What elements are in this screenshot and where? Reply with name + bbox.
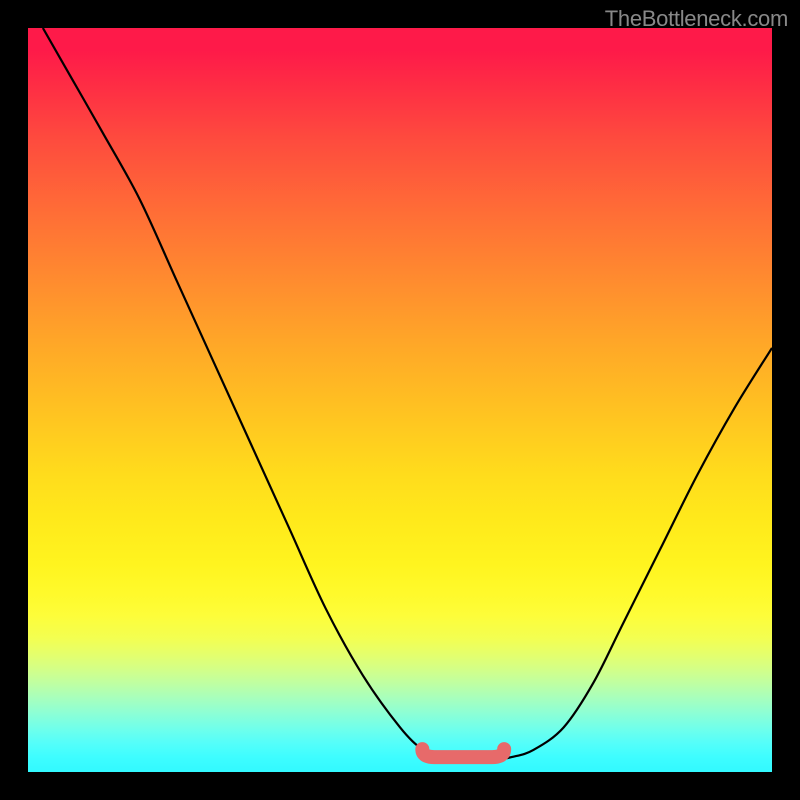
plot-area [28,28,772,772]
bottleneck-curve [43,28,772,761]
chart-frame: TheBottleneck.com [0,0,800,800]
curve-layer [28,28,772,772]
watermark-text: TheBottleneck.com [605,6,788,32]
optimal-range-marker [422,749,504,757]
